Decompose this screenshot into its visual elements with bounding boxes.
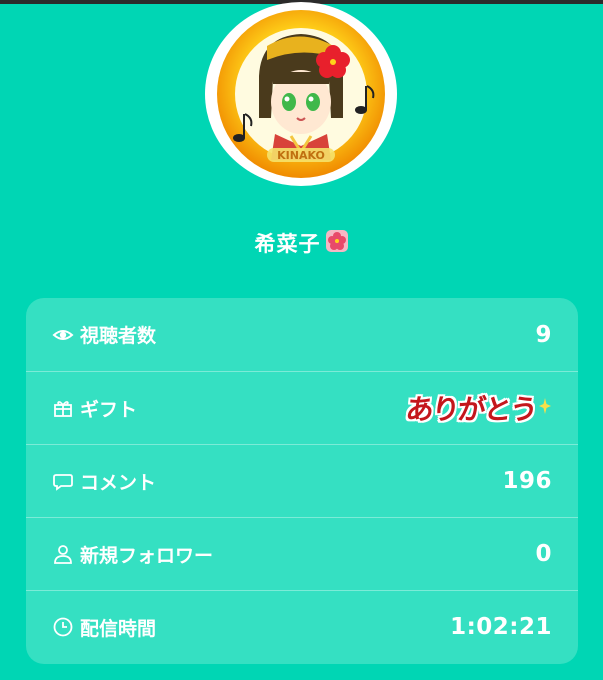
stat-label: 配信時間 xyxy=(80,617,157,640)
stat-label: 視聴者数 xyxy=(80,325,157,347)
sparkle-icon xyxy=(538,396,552,420)
stat-row-stream-time: 配信時間 1:02:21 xyxy=(26,590,578,663)
username: 希菜子 xyxy=(0,228,603,258)
clock-icon xyxy=(52,616,74,638)
stat-row-gifts: ギフト ありがとう xyxy=(26,371,578,444)
thanks-sticker: ありがとう xyxy=(404,388,552,428)
stat-value: 0 xyxy=(535,541,552,567)
stat-label: 新規フォロワー xyxy=(80,544,214,567)
character-avatar-icon: KINAKO xyxy=(217,10,385,178)
stats-card: 視聴者数 9 ギフト ありがとう コメント 196 新規フォロワー 0 配信時間… xyxy=(26,298,578,664)
gift-icon xyxy=(52,397,74,419)
stat-value: 9 xyxy=(535,321,552,348)
speech-bubble-icon xyxy=(52,470,74,492)
stat-label: ギフト xyxy=(80,398,138,421)
stat-value: 1:02:21 xyxy=(450,614,552,640)
person-icon xyxy=(52,543,74,565)
stat-row-new-followers: 新規フォロワー 0 xyxy=(26,517,578,590)
stat-row-viewers: 視聴者数 9 xyxy=(26,298,578,371)
stat-value: 196 xyxy=(502,468,552,494)
svg-text:KINAKO: KINAKO xyxy=(277,149,325,162)
stat-label: コメント xyxy=(80,471,157,494)
username-text: 希菜子 xyxy=(254,232,321,256)
stat-value: ありがとう xyxy=(404,393,538,426)
hibiscus-icon xyxy=(325,229,349,258)
eye-icon xyxy=(52,324,74,346)
stat-row-comments: コメント 196 xyxy=(26,444,578,517)
avatar[interactable]: KINAKO xyxy=(205,2,397,186)
